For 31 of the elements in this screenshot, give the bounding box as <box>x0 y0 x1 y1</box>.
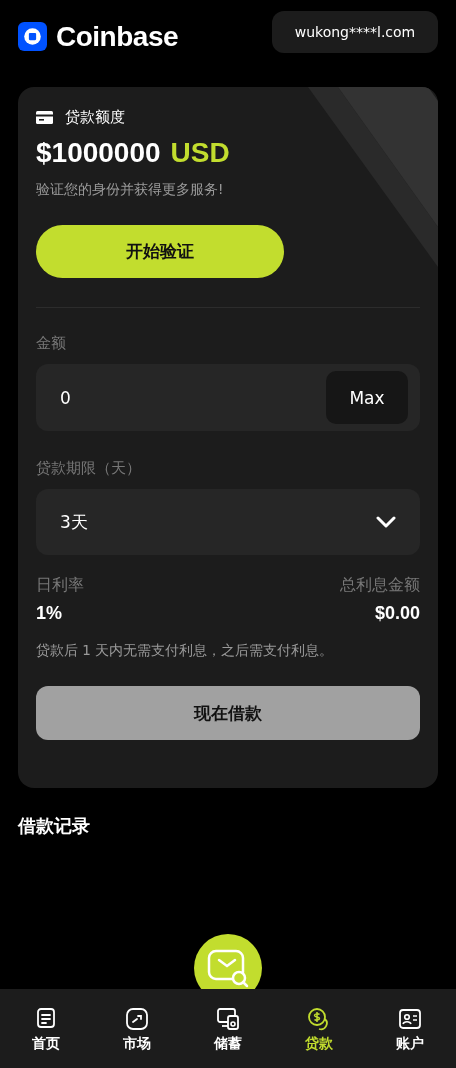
mail-search-button[interactable] <box>194 934 262 989</box>
nav-tab[interactable]: 储蓄 <box>213 1007 242 1055</box>
nav-tab[interactable]: 账户 <box>396 1007 425 1055</box>
nav-tab[interactable]: 首页 <box>31 1007 60 1055</box>
nav-tab[interactable]: 市场 <box>122 1007 151 1055</box>
amount-field[interactable]: 0 Max <box>36 364 420 431</box>
mail-search-icon <box>206 948 250 988</box>
id-card-icon <box>398 1007 423 1031</box>
verify-note: 验证您的身份并获得更多服务! <box>36 181 225 199</box>
card-icon <box>36 110 53 124</box>
verify-button[interactable]: 开始验证 <box>36 225 284 278</box>
term-label: 贷款期限（天） <box>36 459 142 478</box>
term-select[interactable]: 3天 <box>36 489 420 555</box>
daily-rate-value: 1% <box>36 603 62 624</box>
nav-tab[interactable]: 贷款 <box>305 1007 334 1055</box>
account-button[interactable]: wukong****l.com <box>272 10 438 53</box>
interest-notice: 贷款后 1 天内无需支付利息，之后需支付利息。 <box>36 642 335 660</box>
limit-label: 贷款额度 <box>65 107 125 127</box>
currency-label: USD <box>170 137 230 169</box>
max-button[interactable]: Max <box>326 371 408 424</box>
total-interest-value: $0.00 <box>374 603 420 624</box>
amount-label: 金额 <box>36 334 67 353</box>
savings-icon <box>215 1007 240 1031</box>
brand-name: Coinbase <box>56 20 179 53</box>
chevron-down-icon <box>376 516 396 528</box>
logo-icon <box>18 22 47 51</box>
chart-icon <box>124 1007 149 1031</box>
credit-amount: $1000000 <box>36 137 161 169</box>
records-title: 借款记录 <box>18 814 90 838</box>
total-interest-label: 总利息金额 <box>340 575 420 596</box>
daily-rate-label: 日利率 <box>36 575 84 596</box>
